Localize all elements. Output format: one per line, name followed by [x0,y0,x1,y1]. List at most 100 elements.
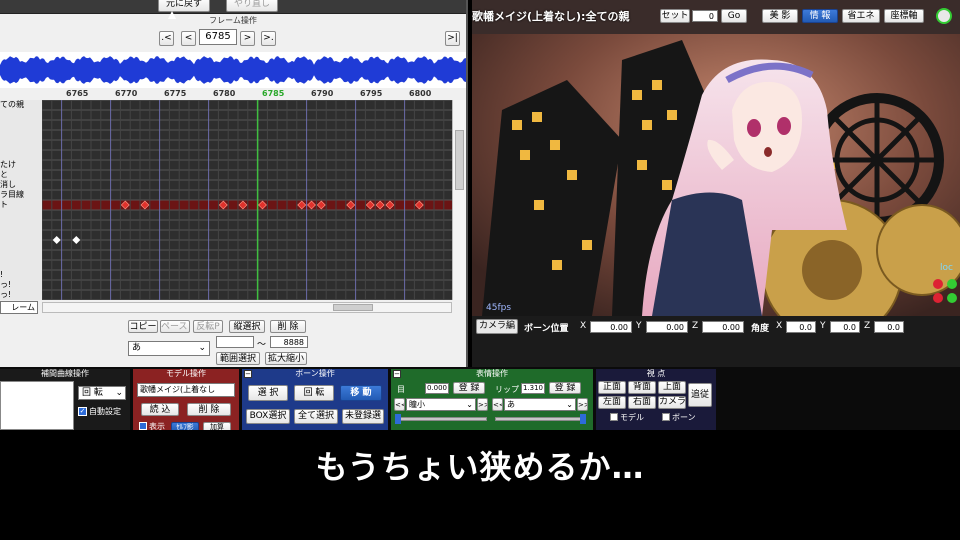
bone-view-checkbox[interactable] [662,413,670,421]
track-name[interactable] [0,250,42,260]
interp-curve-canvas[interactable] [0,381,74,430]
track-name[interactable] [0,140,42,150]
keyframe-grid[interactable] [42,100,452,300]
video-subtitle: もうちょい狭めるか… [315,448,645,486]
track-name[interactable]: ての親 [0,100,42,110]
lip-prev-button[interactable]: << [492,398,503,411]
view-left-button[interactable]: 左面 [598,396,626,409]
lip-morph-select[interactable]: あ ⌄ [504,398,576,411]
frame-tab[interactable]: レーム [0,301,38,314]
reverse-paste-button[interactable]: 反転P [193,320,223,333]
undo-button[interactable]: 元に戻す [158,0,210,12]
prev-frame-button[interactable]: < [181,31,196,46]
timeline-horizontal-scrollbar[interactable] [42,302,452,313]
3d-viewport[interactable]: 45fps loc [472,0,960,316]
track-name[interactable] [0,120,42,130]
eye-prev-button[interactable]: << [394,398,405,411]
track-name[interactable]: ラ目線 [0,190,42,200]
bone-y-input[interactable]: 0.00 [646,321,688,333]
eye-register-button[interactable]: 登 録 [453,382,485,394]
view-top-button[interactable]: 上面 [658,381,686,394]
lip-label: リップ [495,385,519,394]
view-back-button[interactable]: 背面 [628,381,656,394]
ruler-tick-label: 6775 [164,89,187,98]
track-name[interactable]: たけ [0,160,42,170]
camera-edit-tab[interactable]: カメラ編 [476,319,518,334]
show-checkbox[interactable] [139,422,147,430]
model-select[interactable]: 歌幡メイジ(上着なし [137,383,235,397]
paste-button[interactable]: ペースト [160,320,190,333]
track-name[interactable]: ト [0,200,42,210]
view-front-button[interactable]: 正面 [598,381,626,394]
track-name[interactable] [0,110,42,120]
unregistered-select-button[interactable]: 未登録選 [342,409,384,424]
eye-slider[interactable] [395,414,487,424]
track-name[interactable]: っ! [0,280,42,290]
viewport-frame-input[interactable]: 0 [692,10,718,22]
magnifier-icon[interactable] [936,8,952,24]
lip-next-button[interactable]: >> [577,398,588,411]
eye-next-button[interactable]: >> [477,398,488,411]
track-name[interactable] [0,240,42,250]
eco-tab[interactable]: 省エネ [842,9,880,23]
range-select-button[interactable]: 範囲選択 [216,352,260,365]
view-right-button[interactable]: 右面 [628,396,656,409]
track-name[interactable] [0,260,42,270]
model-view-checkbox[interactable] [610,413,618,421]
model-load-button[interactable]: 読 込 [141,403,179,416]
view-follow-button[interactable]: 追従 [688,383,712,407]
track-name[interactable] [0,210,42,220]
angle-x-input[interactable]: 0.0 [786,321,816,333]
eye-value-input[interactable]: 0.000 [425,383,449,394]
timeline-vertical-scrollbar[interactable] [452,100,466,300]
set-button[interactable]: セット [660,9,690,23]
track-name[interactable]: っ! [0,290,42,300]
lip-register-button[interactable]: 登 録 [549,382,581,394]
prev-key-button[interactable]: .< [159,31,174,46]
angle-y-input[interactable]: 0.0 [830,321,860,333]
bone-move-button[interactable]: 移 動 [340,385,382,401]
model-view-label: モデル [620,413,644,422]
column-select-button[interactable]: 縦選択 [229,320,265,333]
redo-button[interactable]: やり直し [226,0,278,12]
eye-morph-select[interactable]: 瞳小 ⌄ [406,398,476,411]
eye-morph-value: 瞳小 [409,400,425,409]
auto-setting-checkbox[interactable]: ✓ [78,407,87,416]
lip-slider[interactable] [495,414,586,424]
view-camera-button[interactable]: カメラ [658,396,686,409]
interp-rotate-select[interactable]: 回 転 ⌄ [78,386,126,400]
track-name[interactable]: と [0,170,42,180]
track-name[interactable]: ! [0,270,42,280]
track-name[interactable] [0,130,42,140]
lip-value-input[interactable]: 1.310 [521,383,545,394]
range-tilde: ～ [257,340,267,350]
track-name[interactable] [0,150,42,160]
model-panel-title: モデル操作 [166,369,206,378]
box-select-button[interactable]: BOX選択 [246,409,290,424]
bone-z-input[interactable]: 0.00 [702,321,744,333]
next-frame-button[interactable]: > [240,31,255,46]
bone-x-input[interactable]: 0.00 [590,321,632,333]
range-from-input[interactable] [216,336,254,348]
go-button[interactable]: Go [721,9,747,23]
timeline-delete-button[interactable]: 削 除 [270,320,306,333]
bone-select-button[interactable]: 選 択 [248,385,288,401]
bone-rotate-button[interactable]: 回 転 [294,385,334,401]
current-frame-input[interactable]: 6785 [199,29,237,45]
timeline-morph-dropdown[interactable]: あ ⌄ [128,341,210,356]
track-name[interactable] [0,220,42,230]
copy-button[interactable]: コピー [128,320,158,333]
axis-tab[interactable]: 座標軸 [884,9,924,23]
select-all-button[interactable]: 全て選択 [294,409,338,424]
track-name-list[interactable]: ての親 たけと消し ラ目線ト! っ! っ! [0,100,42,300]
scale-button[interactable]: 拡大縮小 [265,352,307,365]
info-tab[interactable]: 情 報 [802,9,838,23]
model-delete-button[interactable]: 削 除 [187,403,231,416]
angle-z-input[interactable]: 0.0 [874,321,904,333]
track-name[interactable] [0,230,42,240]
beauty-shadow-tab[interactable]: 美 影 [762,9,798,23]
next-key-button[interactable]: >. [261,31,276,46]
track-name[interactable]: 消し [0,180,42,190]
last-frame-button[interactable]: >| [445,31,460,46]
range-to-input[interactable]: 8888 [270,336,308,348]
